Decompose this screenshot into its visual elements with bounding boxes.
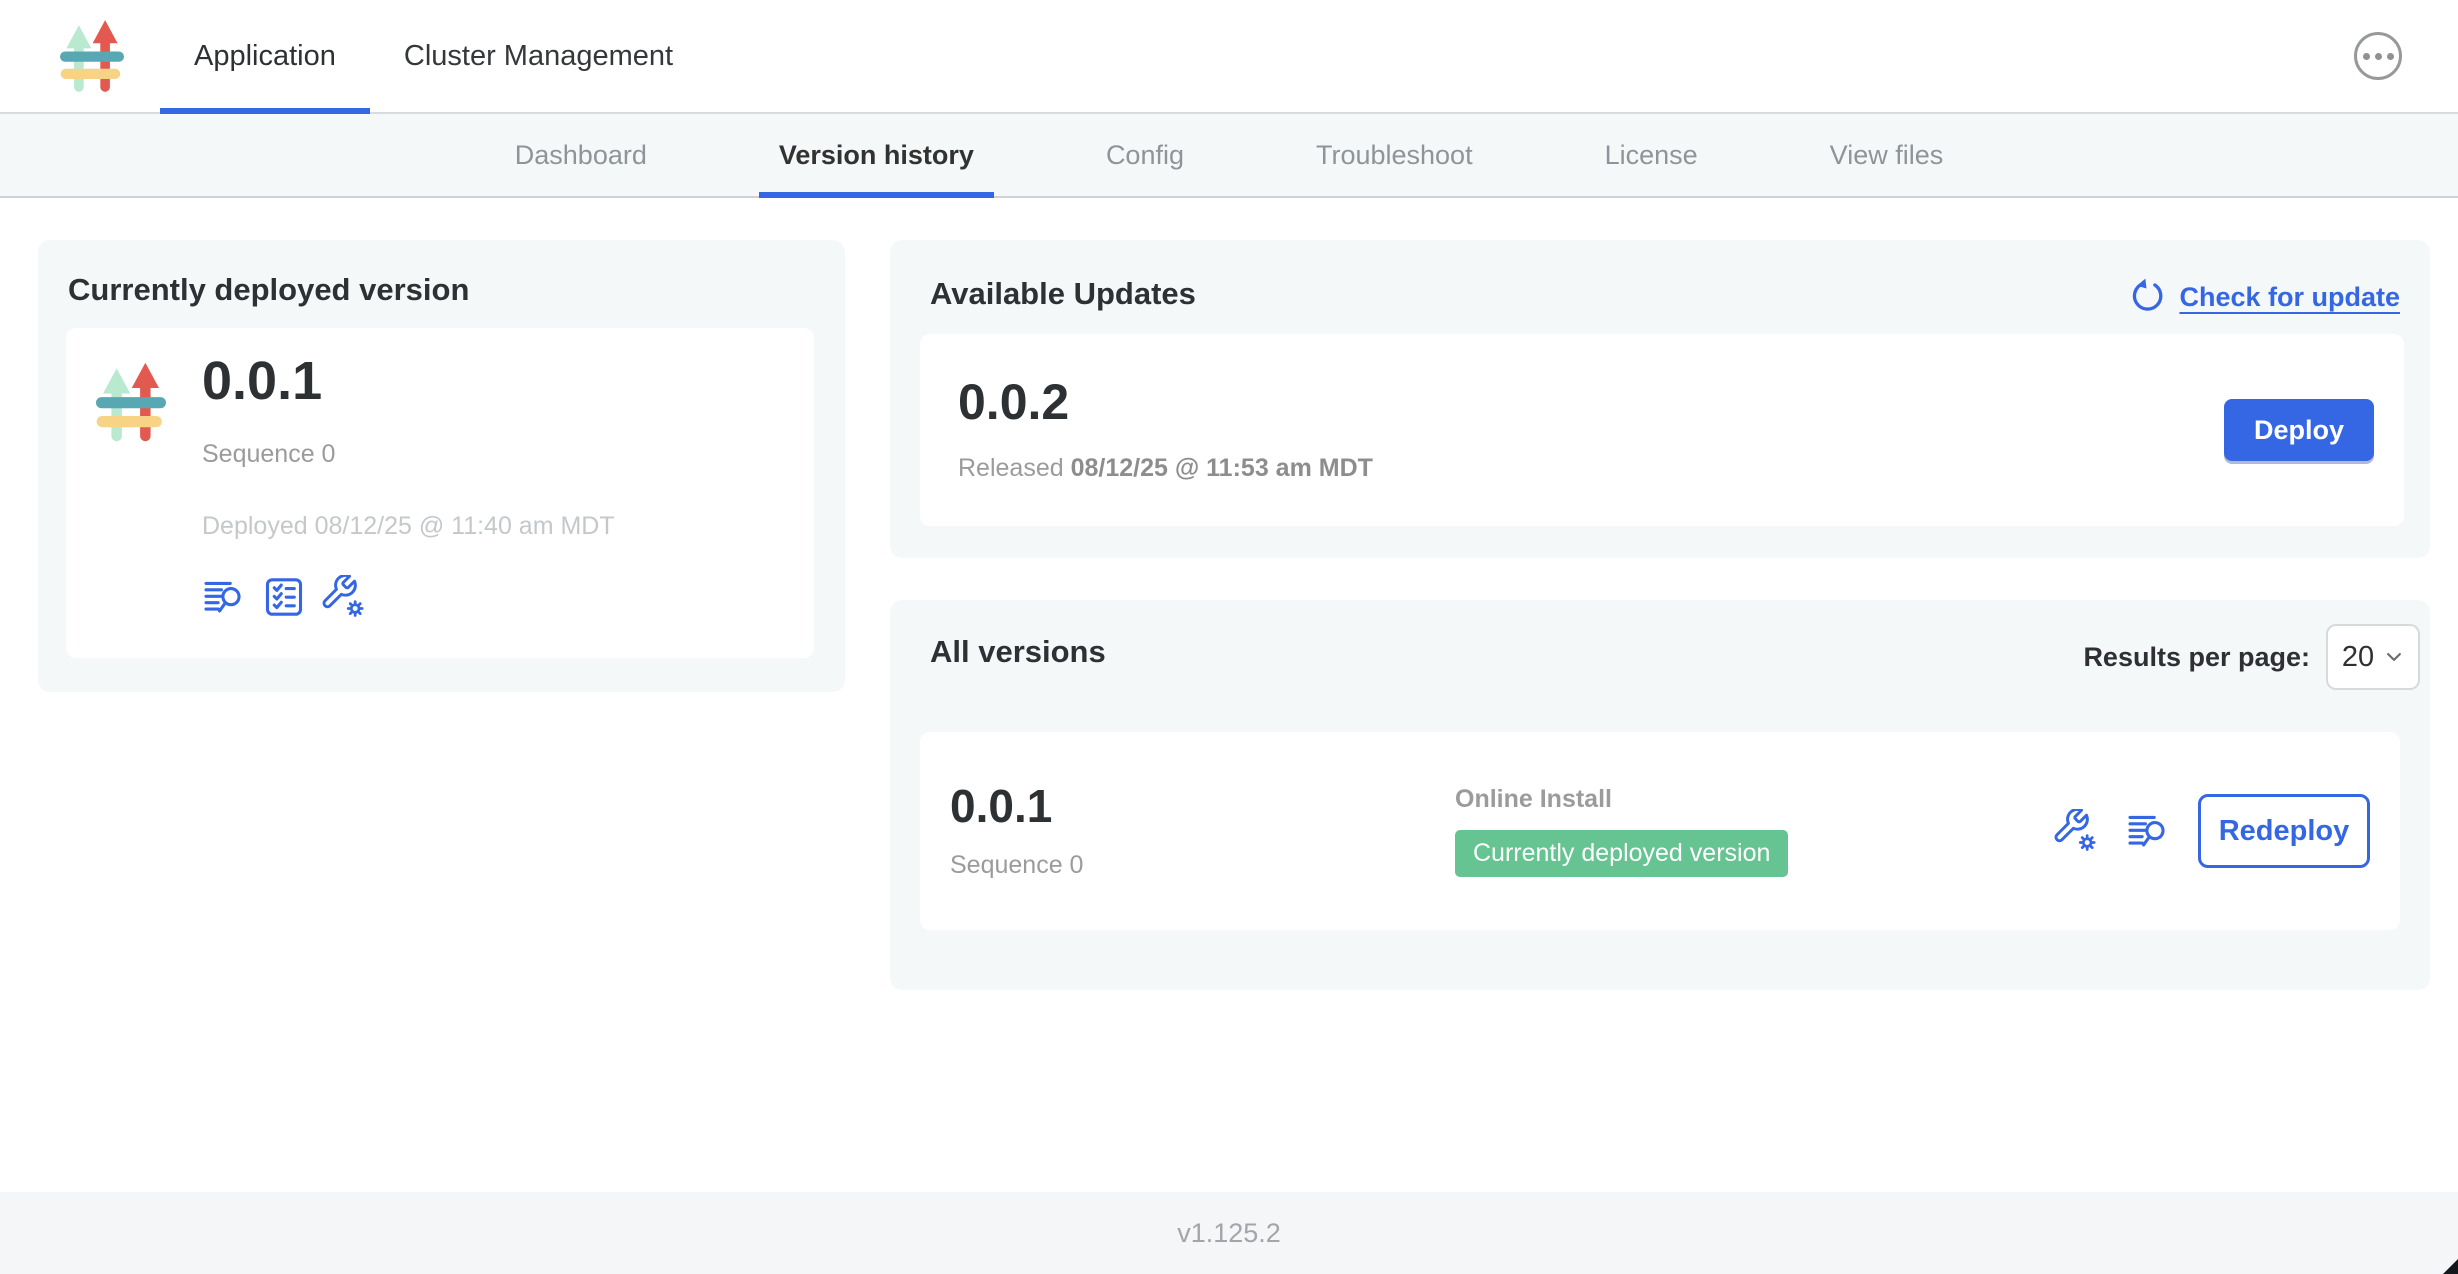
tab-troubleshoot[interactable]: Troubleshoot xyxy=(1296,114,1493,196)
tab-application-label: Application xyxy=(194,40,336,73)
install-type-label: Online Install xyxy=(1455,785,2054,814)
available-updates-title: Available Updates xyxy=(930,276,1196,312)
currently-deployed-card: Currently deployed version 0.0.1 Sequenc… xyxy=(38,240,845,692)
all-versions-title: All versions xyxy=(930,634,1106,670)
tab-version-history-label: Version history xyxy=(779,140,974,171)
deploy-button[interactable]: Deploy xyxy=(2224,399,2374,461)
tab-view-files[interactable]: View files xyxy=(1810,114,1964,196)
results-per-page: Results per page: 20 xyxy=(2083,624,2420,690)
chevron-down-icon xyxy=(2384,647,2404,667)
tab-dashboard-label: Dashboard xyxy=(515,140,647,171)
update-released-line: Released 08/12/25 @ 11:53 am MDT xyxy=(958,454,1373,483)
version-number: 0.0.1 xyxy=(950,783,1455,829)
tab-troubleshoot-label: Troubleshoot xyxy=(1316,140,1473,171)
view-diff-icon[interactable] xyxy=(202,575,246,619)
rotate-ccw-icon xyxy=(2127,278,2165,316)
version-row-actions: Redeploy xyxy=(2054,794,2370,868)
view-diff-icon[interactable] xyxy=(2126,809,2170,853)
app-logo-icon xyxy=(60,14,124,98)
view-config-icon[interactable] xyxy=(322,575,366,619)
all-versions-card: All versions Results per page: 20 0.0.1 … xyxy=(890,600,2430,990)
tab-cluster-management-label: Cluster Management xyxy=(404,40,673,73)
ellipsis-icon xyxy=(2363,53,2370,60)
deployed-version-details: 0.0.1 Sequence 0 Deployed 08/12/25 @ 11:… xyxy=(202,354,615,658)
version-row-version: 0.0.1 Sequence 0 xyxy=(950,783,1455,880)
results-per-page-value: 20 xyxy=(2342,641,2374,674)
check-for-update-link[interactable]: Check for update xyxy=(2127,278,2400,316)
version-sequence: Sequence 0 xyxy=(950,851,1455,880)
currently-deployed-title: Currently deployed version xyxy=(68,272,469,308)
overflow-menu-button[interactable] xyxy=(2354,32,2402,80)
deployed-actions xyxy=(202,575,615,619)
version-row-status: Online Install Currently deployed versio… xyxy=(1455,785,2054,877)
deployed-sequence: Sequence 0 xyxy=(202,440,615,469)
deployed-version-panel: 0.0.1 Sequence 0 Deployed 08/12/25 @ 11:… xyxy=(66,328,814,658)
top-tabs: Application Cluster Management xyxy=(160,0,707,112)
available-updates-card: Available Updates Check for update 0.0.2… xyxy=(890,240,2430,558)
results-per-page-select[interactable]: 20 xyxy=(2326,624,2420,690)
check-for-update-label: Check for update xyxy=(2179,282,2400,313)
deployed-version-number: 0.0.1 xyxy=(202,354,615,408)
tab-application[interactable]: Application xyxy=(160,0,370,112)
tab-license[interactable]: License xyxy=(1585,114,1718,196)
console-version-label: v1.125.2 xyxy=(1177,1218,1281,1249)
tab-cluster-management[interactable]: Cluster Management xyxy=(370,0,707,112)
redeploy-button[interactable]: Redeploy xyxy=(2198,794,2370,868)
corner-artifact xyxy=(2443,1259,2458,1274)
tab-license-label: License xyxy=(1605,140,1698,171)
tab-config[interactable]: Config xyxy=(1086,114,1204,196)
update-version-number: 0.0.2 xyxy=(958,377,1373,427)
tab-dashboard[interactable]: Dashboard xyxy=(495,114,667,196)
tab-version-history[interactable]: Version history xyxy=(759,114,994,196)
results-per-page-label: Results per page: xyxy=(2083,642,2310,673)
app-logo-icon xyxy=(96,356,166,448)
preflight-checks-icon[interactable] xyxy=(262,575,306,619)
app-subnav: Dashboard Version history Config Trouble… xyxy=(0,114,2458,198)
update-row: 0.0.2 Released 08/12/25 @ 11:53 am MDT D… xyxy=(920,334,2404,526)
top-nav-bar: Application Cluster Management xyxy=(0,0,2458,114)
view-config-icon[interactable] xyxy=(2054,809,2098,853)
update-details: 0.0.2 Released 08/12/25 @ 11:53 am MDT xyxy=(958,377,1373,483)
page-footer: v1.125.2 xyxy=(0,1192,2458,1274)
released-prefix: Released xyxy=(958,454,1071,482)
version-row: 0.0.1 Sequence 0 Online Install Currentl… xyxy=(920,732,2400,930)
tab-config-label: Config xyxy=(1106,140,1184,171)
currently-deployed-badge: Currently deployed version xyxy=(1455,830,1788,877)
released-timestamp: 08/12/25 @ 11:53 am MDT xyxy=(1071,454,1373,482)
deployed-timestamp: Deployed 08/12/25 @ 11:40 am MDT xyxy=(202,512,615,541)
tab-view-files-label: View files xyxy=(1830,140,1944,171)
